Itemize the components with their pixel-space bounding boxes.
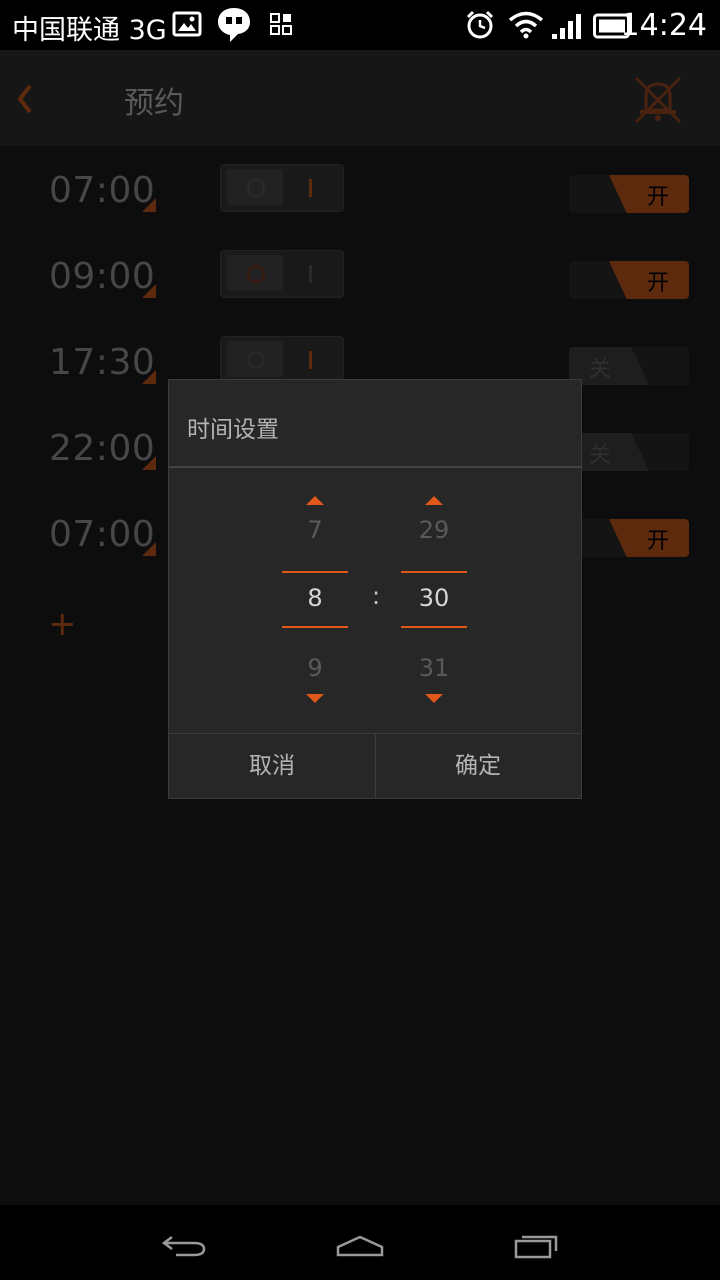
chat-icon — [218, 8, 250, 42]
schedule-row[interactable]: 09:00 开 — [0, 232, 720, 318]
minute-up-arrow-icon[interactable] — [425, 496, 443, 505]
schedule-time[interactable]: 17:30 — [49, 342, 155, 383]
back-icon[interactable] — [160, 1229, 208, 1261]
carrier-label: 中国联通 3G — [12, 15, 167, 46]
toggle-label: 关 — [589, 357, 612, 382]
recents-icon[interactable] — [512, 1229, 560, 1261]
gallery-icon — [172, 11, 202, 37]
minute-prev[interactable]: 29 — [401, 516, 467, 544]
nav-bar — [0, 1205, 720, 1280]
cancel-button[interactable]: 取消 — [169, 734, 375, 798]
hour-prev[interactable]: 7 — [282, 516, 348, 544]
schedule-toggle[interactable]: 开 — [569, 519, 689, 557]
dialog-title: 时间设置 — [187, 417, 279, 443]
divider — [282, 571, 348, 573]
minute-down-arrow-icon[interactable] — [425, 694, 443, 703]
hour-next[interactable]: 9 — [282, 654, 348, 682]
divider — [401, 571, 467, 573]
schedule-toggle[interactable]: 关 — [569, 433, 689, 471]
minute-current[interactable]: 30 — [401, 584, 467, 612]
signal-icon — [552, 14, 581, 39]
toggle-label: 开 — [647, 185, 670, 210]
app-bar: 预约 — [0, 50, 720, 146]
time-separator: : — [372, 582, 381, 610]
schedule-toggle[interactable]: 关 — [569, 347, 689, 385]
schedule-time[interactable]: 09:00 — [49, 256, 155, 297]
power-icon — [247, 351, 265, 369]
chevron-left-icon[interactable] — [10, 76, 50, 122]
toggle-label: 开 — [647, 271, 670, 296]
schedule-row[interactable]: 07:00 开 — [0, 146, 720, 232]
rocker-switch[interactable] — [220, 250, 344, 298]
alarm-icon — [466, 10, 494, 39]
toggle-label: 开 — [647, 529, 670, 554]
divider — [282, 626, 348, 628]
apps-icon — [270, 13, 292, 35]
add-schedule-button[interactable]: + — [48, 604, 77, 644]
dropdown-corner-icon — [142, 284, 156, 298]
schedule-time[interactable]: 07:00 — [49, 170, 155, 211]
power-icon — [247, 265, 265, 283]
hour-down-arrow-icon[interactable] — [306, 694, 324, 703]
page-title: 预约 — [124, 86, 184, 121]
mute-bell-icon[interactable] — [628, 70, 688, 130]
wifi-icon — [508, 11, 544, 39]
schedule-time[interactable]: 22:00 — [49, 428, 155, 469]
dropdown-corner-icon — [142, 456, 156, 470]
schedule-toggle[interactable]: 开 — [569, 175, 689, 213]
home-icon[interactable] — [336, 1229, 384, 1261]
schedule-time[interactable]: 07:00 — [49, 514, 155, 555]
hour-current[interactable]: 8 — [282, 584, 348, 612]
status-bar: 中国联通 3G 14:24 — [0, 0, 720, 50]
toggle-label: 关 — [589, 443, 612, 468]
divider — [401, 626, 467, 628]
dropdown-corner-icon — [142, 542, 156, 556]
clock-label: 14:24 — [620, 8, 707, 43]
divider — [169, 466, 581, 468]
schedule-toggle[interactable]: 开 — [569, 261, 689, 299]
rocker-switch[interactable] — [220, 336, 344, 384]
rocker-switch[interactable] — [220, 164, 344, 212]
dropdown-corner-icon — [142, 370, 156, 384]
minute-next[interactable]: 31 — [401, 654, 467, 682]
power-icon — [247, 179, 265, 197]
time-setting-dialog: 时间设置 7 8 9 : 29 30 31 取消 确定 — [168, 379, 582, 799]
dropdown-corner-icon — [142, 198, 156, 212]
hour-up-arrow-icon[interactable] — [306, 496, 324, 505]
confirm-button[interactable]: 确定 — [375, 734, 581, 798]
